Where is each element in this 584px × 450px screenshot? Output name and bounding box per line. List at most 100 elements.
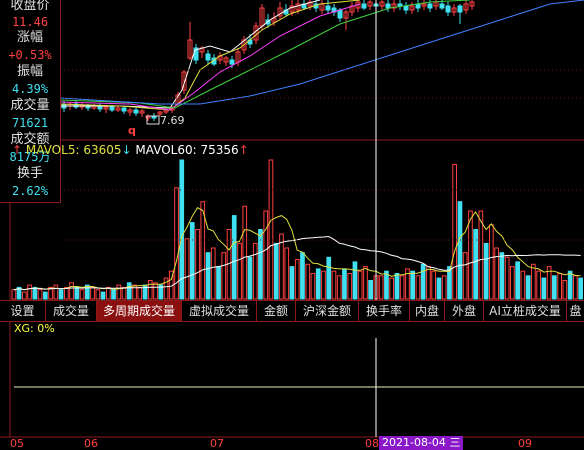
volume-bar	[147, 280, 153, 300]
volume-bar	[562, 280, 568, 300]
volume-bar	[462, 252, 468, 300]
volume-bar	[252, 242, 258, 300]
volume-bar	[541, 277, 547, 300]
volume-bar	[205, 252, 211, 300]
volume-bar	[37, 289, 43, 300]
tab-more[interactable]: 盘	[567, 301, 584, 321]
price-chart-area: 7.69 q	[59, 0, 584, 137]
candle-body	[397, 3, 403, 7]
volume-bar	[210, 247, 216, 300]
month-label: 07	[210, 437, 224, 450]
volume-bar	[457, 201, 463, 300]
volume-bar	[557, 273, 562, 300]
mavol60-label: MAVOL60:	[135, 143, 197, 157]
volume-bar	[331, 270, 337, 300]
volume-bar	[310, 273, 316, 300]
volume-bar	[132, 284, 137, 300]
tab-shsz-amount[interactable]: 沪深金额	[296, 301, 359, 321]
candle-body	[457, 5, 463, 13]
month-label: 08	[365, 437, 379, 450]
tab-amount[interactable]: 金额	[257, 301, 296, 321]
volume-bar	[368, 280, 373, 300]
candle-body	[205, 53, 211, 61]
volume-bar	[294, 259, 300, 300]
buy-signal-marker: q	[128, 124, 136, 137]
low-price-label: 7.69	[160, 114, 185, 127]
volume-bar	[11, 289, 17, 300]
volume-bar	[452, 164, 457, 300]
mavol-legend: ↑ MAVOL5: 63605↓ MAVOL60: 75356↑	[12, 143, 249, 157]
mavol5-value: 63605	[83, 143, 122, 157]
mavol5-line	[13, 207, 581, 291]
volume-bar	[321, 270, 326, 300]
volume-bar	[221, 252, 227, 300]
volume-bar	[69, 282, 74, 300]
volume-bar	[153, 282, 158, 300]
volume-bar	[121, 286, 127, 300]
month-label: 05	[10, 437, 24, 450]
volume-bar	[242, 205, 248, 300]
indicator-tab-bar: 设置 成交量 多周期成交量 虚拟成交量 金额 沪深金额 换手率 内盘 外盘 AI…	[0, 300, 584, 322]
volume-bar	[347, 273, 353, 300]
candle-body	[229, 59, 235, 65]
volume-label: 成交量	[10, 98, 50, 113]
tab-virtual-volume[interactable]: 虚拟成交量	[182, 301, 257, 321]
volume-bar	[74, 286, 80, 300]
volume-bar	[64, 286, 69, 300]
volume-bar	[394, 273, 400, 300]
volume-bar	[573, 275, 578, 300]
tab-volume[interactable]: 成交量	[46, 301, 97, 321]
volume-bar	[436, 277, 442, 300]
tab-multi-period-volume[interactable]: 多周期成交量	[97, 301, 182, 321]
volume-bar	[326, 256, 332, 300]
volume-bar	[525, 275, 531, 300]
tab-outer-volume[interactable]: 外盘	[445, 301, 484, 321]
volume-bar	[315, 268, 321, 300]
volume-bar	[284, 247, 290, 300]
volume-bar	[79, 289, 85, 300]
candle-body	[337, 9, 343, 19]
candle-body	[445, 5, 451, 13]
volume-bar	[567, 270, 573, 300]
volume-bar	[363, 266, 368, 300]
info-panel: 收盘价 11.46 涨幅 +0.53% 振幅 4.39% 成交量 71621 成…	[0, 0, 61, 203]
candle-body	[361, 3, 367, 9]
volume-bar	[231, 215, 237, 300]
candle-body	[403, 5, 409, 11]
selected-date: 2021-08-04	[382, 436, 446, 449]
volume-bar	[468, 210, 473, 300]
month-label: 06	[84, 437, 98, 450]
candle-body	[109, 106, 115, 111]
volume-bar	[247, 256, 253, 300]
volume-bar	[22, 291, 27, 300]
volume-bar	[32, 286, 38, 300]
mavol60-value: 75356	[200, 143, 239, 157]
up-arrow-icon: ↑	[238, 143, 249, 157]
volume-bar	[399, 275, 405, 300]
volume-bar	[478, 210, 484, 300]
tab-settings[interactable]: 设置	[0, 301, 46, 321]
volume-bar	[431, 270, 436, 300]
volume-chart-area	[11, 159, 583, 300]
volume-bar	[137, 286, 143, 300]
tab-ai-volume[interactable]: AI立桩成交量	[484, 301, 567, 321]
volume-bar	[378, 275, 384, 300]
volume-bar	[279, 233, 284, 300]
volume-bar	[58, 289, 64, 300]
tab-inner-volume[interactable]: 内盘	[410, 301, 445, 321]
volume-value: 71621	[11, 116, 49, 130]
volume-bar	[494, 247, 499, 300]
volume-bar	[515, 261, 520, 300]
volume-bar	[300, 252, 305, 300]
chart-canvas[interactable]: 7.69 q	[0, 0, 584, 450]
volume-bar	[536, 270, 541, 300]
volume-bar	[27, 284, 32, 300]
volume-bar	[578, 277, 583, 300]
volume-bar	[106, 286, 111, 300]
volume-bar	[499, 252, 505, 300]
crosshair-date-badge: 2021-08-04 三	[379, 436, 464, 450]
tab-turnover-rate[interactable]: 换手率	[359, 301, 410, 321]
volume-bar	[90, 286, 95, 300]
volume-bar	[336, 275, 342, 300]
up-arrow-icon: ↑	[12, 143, 23, 157]
